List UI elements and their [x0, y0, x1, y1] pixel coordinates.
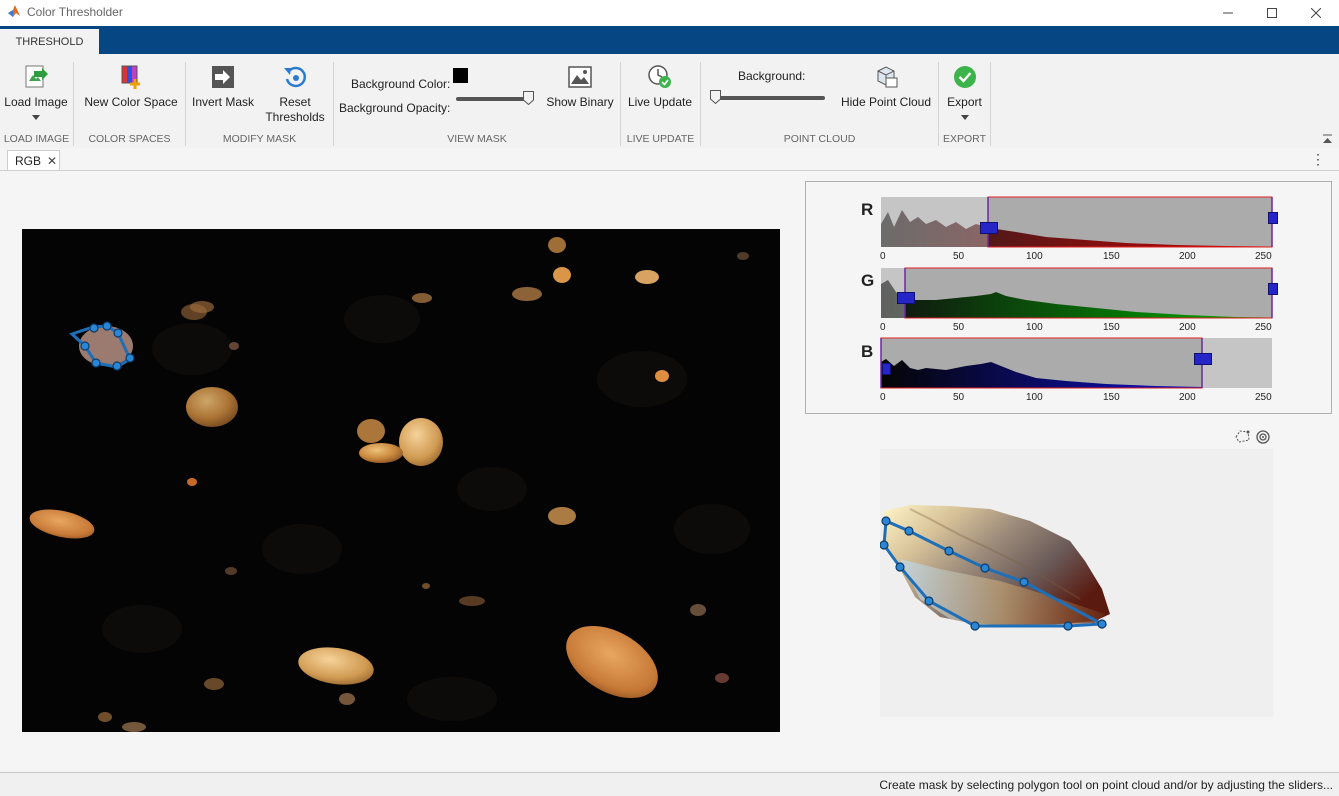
green-max-thumb[interactable]	[1268, 283, 1278, 295]
new-color-space-button[interactable]: New Color Space	[80, 63, 182, 110]
show-binary-button[interactable]: Show Binary	[544, 63, 616, 110]
export-label: Export	[947, 95, 982, 109]
tick-label: 200	[1179, 392, 1196, 403]
tick-label: 100	[1026, 322, 1043, 333]
live-update-icon	[648, 65, 671, 88]
close-tab-icon[interactable]: ✕	[47, 154, 57, 168]
tick-label: 250	[1255, 392, 1272, 403]
load-image-button[interactable]: Load Image	[3, 63, 69, 125]
point-cloud-canvas	[879, 505, 1110, 631]
tick-label: 100	[1026, 251, 1043, 262]
polygon-tool-icon[interactable]	[1234, 429, 1251, 444]
point-cloud-icon	[877, 66, 898, 88]
group-label-live-update: LIVE UPDATE	[626, 133, 695, 145]
group-label-modify-mask: MODIFY MASK	[222, 133, 297, 145]
ribbon-divider	[990, 62, 991, 146]
green-channel-label: G	[861, 271, 875, 290]
group-label-load-image: LOAD IMAGE	[3, 133, 70, 145]
group-label-color-spaces: COLOR SPACES	[88, 133, 171, 145]
tab-threshold[interactable]: THRESHOLD	[0, 29, 99, 54]
live-update-button[interactable]: Live Update	[625, 63, 695, 110]
blue-max-thumb[interactable]	[1194, 353, 1212, 365]
tick-label: 150	[1103, 251, 1120, 262]
tick-label: 200	[1179, 322, 1196, 333]
tick-label: 100	[1026, 392, 1043, 403]
minimize-button[interactable]	[1205, 0, 1251, 26]
maximize-icon	[1267, 8, 1277, 18]
reset-label-line1: Reset	[279, 95, 311, 109]
load-image-label: Load Image	[4, 95, 68, 109]
export-button[interactable]: Export	[942, 63, 987, 125]
more-options-icon[interactable]: ⋮	[1311, 151, 1325, 168]
tick-label: 50	[953, 392, 965, 403]
dropdown-arrow-icon	[32, 115, 40, 120]
live-update-label: Live Update	[627, 95, 693, 109]
background-color-swatch[interactable]	[453, 68, 468, 83]
red-min-thumb[interactable]	[980, 222, 998, 234]
point-cloud-background-label: Background:	[738, 69, 806, 83]
tick-label: 0	[880, 251, 886, 262]
reset-thresholds-button[interactable]: Reset Thresholds	[262, 63, 328, 125]
invert-mask-button[interactable]: Invert Mask	[190, 63, 256, 110]
color-space-icon	[121, 65, 140, 89]
tick-label: 150	[1103, 392, 1120, 403]
masked-image[interactable]	[22, 229, 780, 732]
blue-channel-label: B	[861, 342, 874, 361]
group-label-view-mask: VIEW MASK	[447, 133, 507, 145]
window-title: Color Thresholder	[27, 5, 123, 19]
tick-label: 250	[1255, 322, 1272, 333]
background-opacity-slider-thumb[interactable]	[523, 91, 534, 105]
dropdown-arrow-icon	[960, 115, 969, 120]
status-message: Create mask by selecting polygon tool on…	[879, 778, 1333, 792]
title-bar: Color Thresholder	[0, 0, 1339, 26]
background-opacity-slider[interactable]	[456, 97, 532, 101]
invert-mask-icon	[212, 66, 234, 88]
load-image-icon	[25, 65, 48, 88]
checkmark-icon	[953, 66, 976, 88]
document-tab-rgb[interactable]: RGB ✕	[7, 150, 60, 170]
document-tab-label: RGB	[15, 153, 42, 168]
histogram-canvas	[880, 196, 1273, 389]
show-binary-label: Show Binary	[546, 95, 614, 109]
ribbon-toolstrip: Load Image LOAD IMAGE New Color Space CO…	[0, 54, 1339, 149]
image-icon	[568, 66, 592, 88]
tick-label: 50	[953, 251, 965, 262]
document-tab-bar: RGB ✕ ⋮	[0, 148, 1339, 171]
new-color-space-label: New Color Space	[84, 95, 178, 109]
minimize-icon	[1223, 12, 1233, 14]
tick-label: 0	[880, 392, 886, 403]
group-label-export: EXPORT	[943, 133, 986, 145]
group-label-point-cloud: POINT CLOUD	[783, 133, 856, 145]
tick-label: 50	[953, 322, 965, 333]
maximize-button[interactable]	[1249, 0, 1295, 26]
point-cloud-background-slider-thumb[interactable]	[710, 90, 721, 104]
point-cloud-background-slider[interactable]	[712, 96, 825, 100]
tick-label: 250	[1255, 251, 1272, 262]
matlab-logo-icon	[8, 5, 20, 17]
background-opacity-label: Background Opacity:	[339, 101, 451, 115]
tick-label: 200	[1179, 251, 1196, 262]
rotate-view-icon[interactable]	[1255, 429, 1271, 445]
histogram-panel: R G B 0 50 100 150 200 250 0 50 100 150 …	[805, 181, 1332, 414]
masked-image-canvas	[22, 229, 780, 732]
background-color-label: Background Color:	[351, 77, 451, 91]
tick-label: 0	[880, 322, 886, 333]
close-window-button[interactable]	[1293, 0, 1339, 26]
red-max-thumb[interactable]	[1268, 212, 1278, 224]
blue-min-thumb[interactable]	[882, 363, 891, 375]
red-channel-label: R	[861, 200, 874, 219]
tick-label: 150	[1103, 322, 1120, 333]
point-cloud-view[interactable]	[879, 449, 1273, 717]
reset-icon	[284, 66, 307, 88]
collapse-ribbon-icon[interactable]	[1322, 134, 1333, 144]
reset-label-line2: Thresholds	[265, 110, 325, 124]
ribbon-tab-strip: THRESHOLD	[0, 26, 1339, 54]
green-min-thumb[interactable]	[897, 292, 915, 304]
invert-mask-label: Invert Mask	[191, 95, 254, 109]
status-bar: Create mask by selecting polygon tool on…	[0, 772, 1339, 796]
hide-point-cloud-label: Hide Point Cloud	[840, 95, 932, 109]
hide-point-cloud-button[interactable]: Hide Point Cloud	[838, 63, 934, 110]
close-icon	[1311, 8, 1321, 18]
